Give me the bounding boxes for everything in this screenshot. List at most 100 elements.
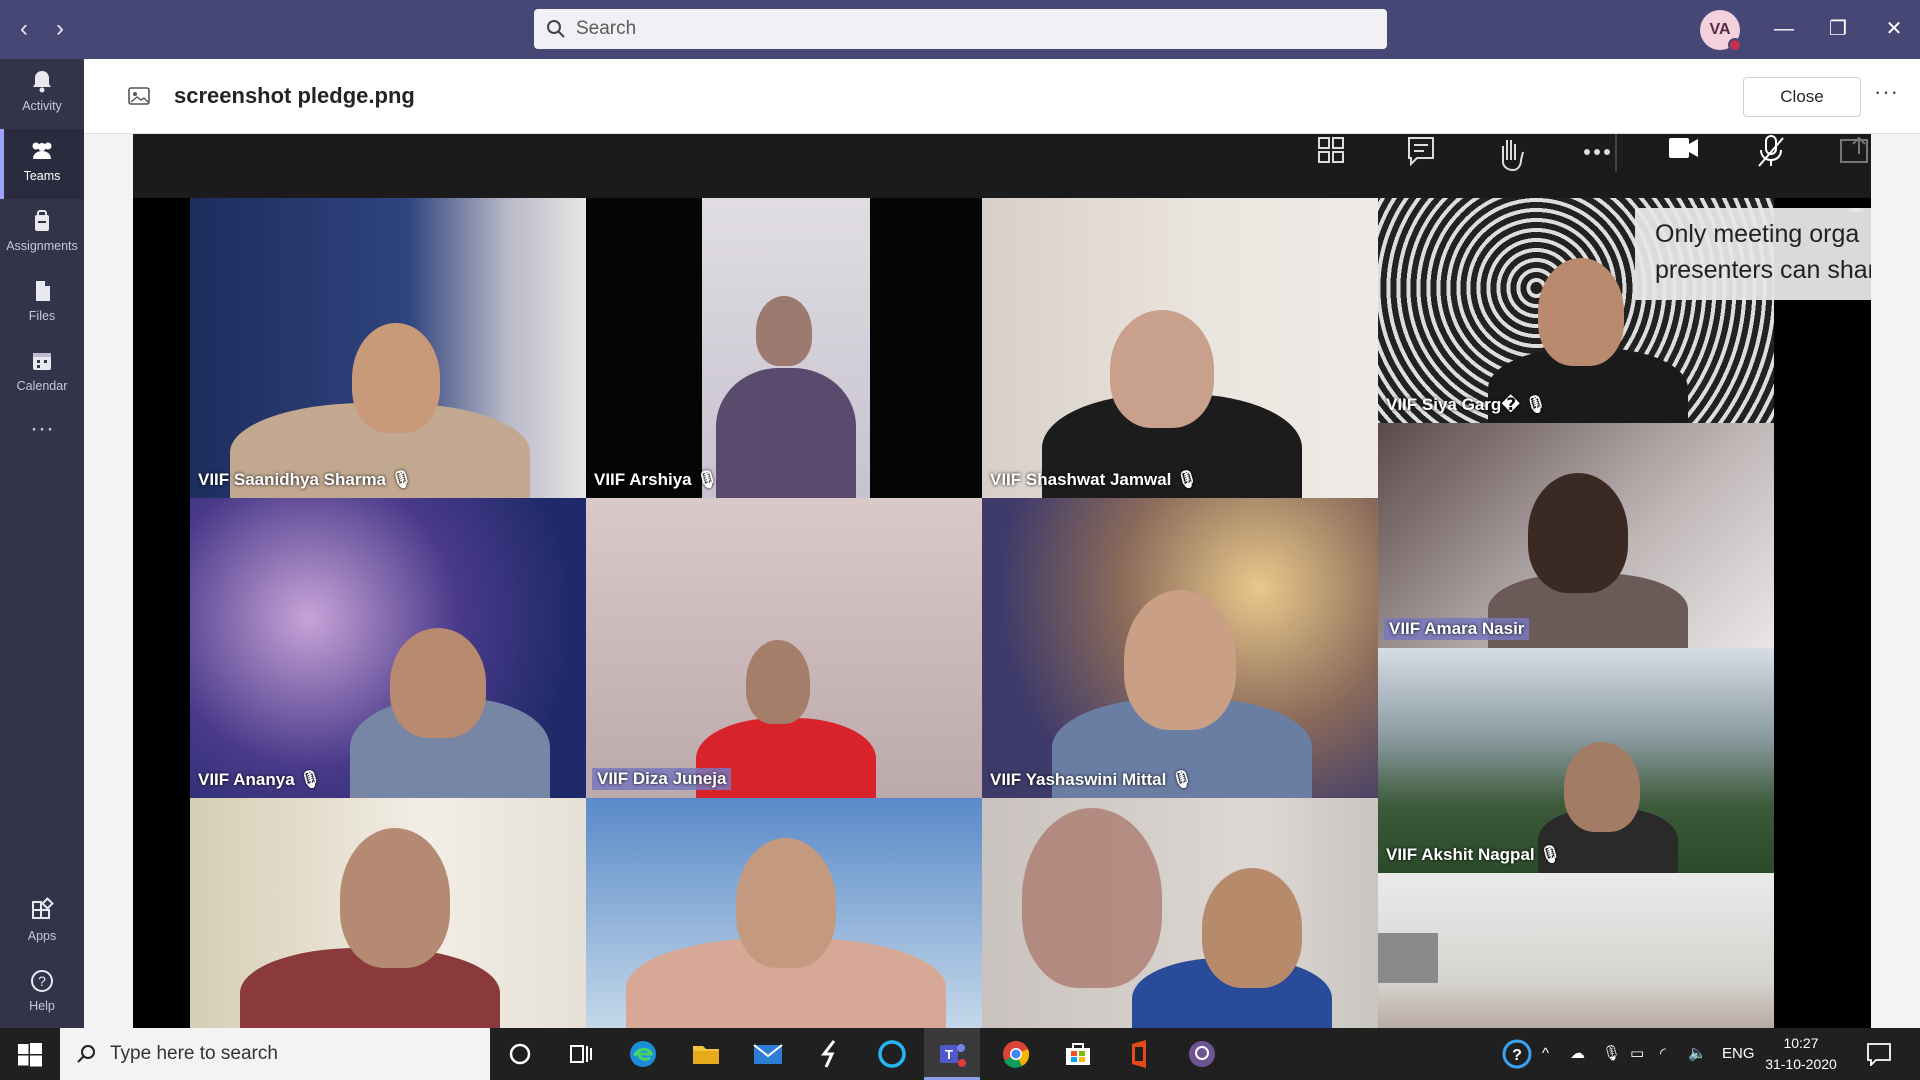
- app-rail: Activity Teams Assignments Files Calenda…: [0, 59, 84, 1028]
- participant-name: VIIF Arshiya 🎙: [594, 470, 718, 489]
- video-tile[interactable]: [586, 798, 982, 1028]
- more-options-button[interactable]: ···: [1874, 79, 1899, 105]
- participant-name: VIIF Shashwat Jamwal 🎙: [990, 470, 1198, 489]
- cortana-icon[interactable]: [502, 1036, 538, 1072]
- participant-face: [1124, 590, 1236, 730]
- battery-icon[interactable]: ▭: [1630, 1028, 1644, 1080]
- rail-label: Help: [29, 999, 55, 1013]
- minimize-button[interactable]: —: [1764, 12, 1804, 46]
- forward-button[interactable]: ›: [46, 14, 74, 44]
- video-tile[interactable]: VIIF Shashwat Jamwal 🎙: [982, 198, 1378, 498]
- title-bar: ‹ › Search VA — ❐ ✕: [0, 0, 1920, 59]
- chat-icon: [1408, 137, 1434, 167]
- windows-start-icon[interactable]: [18, 1043, 42, 1067]
- participant-name: VIIF Saanidhya Sharma 🎙: [198, 470, 413, 489]
- teams-icon: [32, 142, 52, 159]
- svg-text:?: ?: [1512, 1047, 1522, 1064]
- system-clock[interactable]: 10:27 31-10-2020: [1756, 1033, 1846, 1075]
- cortana-ring-icon[interactable]: [874, 1036, 910, 1072]
- video-tile[interactable]: VIIF Arshiya 🎙: [586, 198, 982, 498]
- rail-item-files[interactable]: Files: [0, 269, 84, 339]
- search-input[interactable]: Search: [534, 9, 1387, 49]
- avatar[interactable]: VA: [1700, 10, 1742, 52]
- svg-text:?: ?: [38, 973, 46, 989]
- participant-face: [756, 296, 812, 366]
- video-tile[interactable]: [982, 798, 1378, 1028]
- image-file-icon: [128, 87, 150, 105]
- file-header: screenshot pledge.png Close ···: [84, 59, 1920, 134]
- svg-text:T: T: [945, 1047, 953, 1062]
- participant-hand: [1022, 808, 1162, 988]
- participant-name: VIIF Akshit Nagpal 🎙: [1386, 845, 1561, 864]
- participant-face: [1110, 310, 1214, 428]
- file-explorer-icon[interactable]: [688, 1036, 724, 1072]
- mic-off-icon: [1758, 135, 1784, 167]
- window-frame: [1378, 933, 1438, 983]
- rail-item-assignments[interactable]: Assignments: [0, 199, 84, 269]
- volume-icon[interactable]: 🔈: [1688, 1028, 1707, 1080]
- participant-name: VIIF Ananya 🎙: [198, 770, 321, 789]
- participant-face: [1564, 742, 1640, 832]
- notifications-icon[interactable]: [1866, 1042, 1892, 1066]
- rail-label: Files: [28, 309, 56, 323]
- video-tile[interactable]: VIIF Amara Nasir: [1378, 423, 1774, 648]
- clock-time: 10:27: [1783, 1035, 1819, 1051]
- participant-face: [340, 828, 450, 968]
- video-tile[interactable]: VIIF Diza Juneja: [586, 498, 982, 798]
- status-dot: [1728, 38, 1742, 52]
- participant-face: [390, 628, 486, 738]
- chrome-icon[interactable]: [998, 1036, 1034, 1072]
- close-button[interactable]: Close: [1743, 77, 1861, 117]
- search-icon: [77, 1045, 95, 1063]
- video-tile[interactable]: [1378, 873, 1774, 1028]
- participant-name: VIIF Diza Juneja: [592, 768, 732, 790]
- rail-item-teams[interactable]: Teams: [0, 129, 84, 199]
- windows-taskbar: Type here to search T ? ^ ☁ 🎙 ▭ ◜ 🔈 ENG …: [0, 1028, 1920, 1080]
- avatar-initials: VA: [1709, 21, 1731, 38]
- back-button[interactable]: ‹: [10, 14, 38, 44]
- participant-name: VIIF Amara Nasir: [1384, 618, 1530, 640]
- rail-item-activity[interactable]: Activity: [0, 59, 84, 129]
- rail-more-button[interactable]: ···: [0, 409, 84, 479]
- language-indicator[interactable]: ENG: [1722, 1028, 1755, 1080]
- rail-item-apps[interactable]: Apps: [0, 889, 84, 959]
- gallery-icon: [1318, 137, 1344, 163]
- wifi-icon[interactable]: ◜: [1660, 1028, 1666, 1080]
- app-s-icon[interactable]: [812, 1036, 848, 1072]
- participant-figure: [716, 368, 856, 498]
- restore-button[interactable]: ❐: [1818, 12, 1858, 46]
- taskbar-search[interactable]: Type here to search: [60, 1028, 490, 1080]
- onedrive-icon[interactable]: ☁: [1570, 1028, 1585, 1080]
- rail-label: Activity: [22, 99, 62, 113]
- raise-hand-icon: [1502, 140, 1524, 172]
- office-icon[interactable]: [1122, 1036, 1158, 1072]
- camera-icon: [1669, 138, 1698, 158]
- participant-face: [352, 323, 440, 433]
- search-placeholder: Search: [576, 18, 637, 39]
- rail-item-help[interactable]: ? Help: [0, 959, 84, 1029]
- video-tile[interactable]: VIIF Akshit Nagpal 🎙: [1378, 648, 1774, 873]
- mail-icon[interactable]: [750, 1036, 786, 1072]
- video-tile[interactable]: VIIF Saanidhya Sharma 🎙: [190, 198, 586, 498]
- github-icon[interactable]: [1184, 1036, 1220, 1072]
- share-icon: [1840, 136, 1868, 163]
- microphone-icon[interactable]: 🎙: [1602, 1028, 1621, 1080]
- close-window-button[interactable]: ✕: [1874, 12, 1914, 46]
- rail-label: Assignments: [6, 239, 78, 253]
- rail-item-calendar[interactable]: Calendar: [0, 339, 84, 409]
- task-view-icon[interactable]: [562, 1036, 598, 1072]
- taskbar-search-placeholder: Type here to search: [110, 1043, 278, 1064]
- search-icon: [547, 20, 565, 38]
- teams-app-icon[interactable]: T: [934, 1036, 970, 1072]
- bell-icon: [33, 71, 51, 93]
- help-icon: ?: [31, 970, 53, 992]
- edge-icon[interactable]: [625, 1036, 661, 1072]
- help-tray-icon[interactable]: ?: [1500, 1037, 1534, 1071]
- video-tile[interactable]: [190, 798, 586, 1028]
- store-icon[interactable]: [1060, 1036, 1096, 1072]
- video-tile[interactable]: VIIF Yashaswini Mittal 🎙: [982, 498, 1378, 798]
- meeting-toolbar: [133, 134, 1871, 198]
- calendar-icon: [33, 353, 51, 370]
- chevron-up-icon[interactable]: ^: [1542, 1028, 1549, 1080]
- video-tile[interactable]: VIIF Ananya 🎙: [190, 498, 586, 798]
